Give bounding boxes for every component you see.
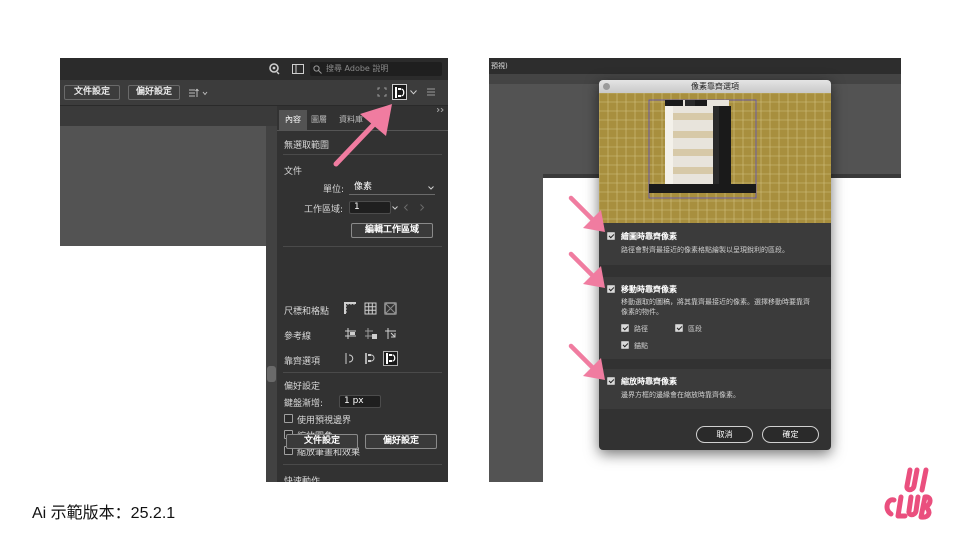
transparency-grid-icon[interactable] [383,301,398,316]
units-value: 像素 [354,182,373,192]
dialog-titlebar: 像素靠齊選項 [599,80,831,93]
artboard-value: 1 [354,202,360,212]
snap-while-moving-label: 移動時靠齊像素 [621,285,677,294]
doc-setup-button[interactable]: 文件設定 [64,85,120,100]
workspace-icon[interactable] [292,64,304,74]
right-screenshot: 預視) 像素靠齊選項 繪圖時靠齊像素 路徑會對齊最接近的像素格點繪製以呈現銳利的… [489,58,901,482]
section-move: 移動時靠齊像素 移動選取的圖稿，將其靠齊最接近的像素。選擇移動時要靠齊 像素的物… [599,277,831,359]
guides-label: 參考線 [284,332,312,342]
show-guides-icon[interactable] [343,326,358,341]
panel-menu-icon[interactable] [427,88,435,96]
segments-label: 區段 [688,325,702,333]
snap-while-scaling-label: 縮放時靠齊像素 [621,377,677,386]
keyboard-increment-value: 1 px [344,396,364,406]
tab-properties[interactable]: 內容 [279,110,307,130]
scrollbar-thumb[interactable] [267,366,276,382]
qa-preferences-button[interactable]: 偏好設定 [365,434,437,449]
snap-to-glyph-icon[interactable] [363,351,378,366]
snap-to-point-icon[interactable] [343,351,358,366]
version-caption: Ai 示範版本：25.2.1 [32,505,176,522]
pointer-arrow-icon [568,251,605,288]
search-icon [313,65,322,74]
keyboard-increment-input[interactable]: 1 px [339,395,381,408]
divider [283,464,442,465]
pixel-grid-preview [599,93,831,223]
dialog-title: 像素靠齊選項 [691,82,739,91]
paths-checkbox[interactable] [621,324,629,332]
app-topbar: 搜尋 Adobe 說明 [60,58,448,80]
units-select[interactable]: 像素 [349,181,435,194]
search-placeholder: 搜尋 Adobe 說明 [326,64,389,73]
snap-while-moving-desc-2: 像素的物件。 [621,308,663,316]
artboard-select[interactable]: 1 [349,201,391,214]
keyboard-increment-label: 鍵盤漸增: [284,399,324,409]
snap-to-pixel-toggle-icon[interactable] [383,351,398,366]
artboard[interactable] [60,246,266,482]
user-sync-icon[interactable] [268,63,280,75]
snap-while-drawing-checkbox[interactable] [607,232,615,240]
help-search-input[interactable]: 搜尋 Adobe 說明 [310,62,442,76]
no-selection-label: 無選取範圍 [284,141,330,151]
section-scale: 縮放時靠齊像素 邊界方框的邊緣會在縮放時靠齊像素。 [599,369,831,409]
close-icon[interactable] [603,83,610,90]
left-screenshot: 搜尋 Adobe 說明 文件設定 偏好設定 內容 圖層 資料庫 無選取範圍 文件… [60,58,448,482]
snap-while-moving-checkbox[interactable] [607,285,615,293]
tab-layers[interactable]: 圖層 [305,110,333,130]
use-preview-bounds-checkbox[interactable] [284,414,293,423]
snap-while-drawing-desc: 路徑會對齊最接近的像素格點繪製以呈現銳利的區段。 [621,246,789,254]
pixel-snapping-dialog: 像素靠齊選項 繪圖時靠齊像素 路徑會對齊最接近的像素格點繪製以呈現銳利的區段。 [599,80,831,450]
snap-while-scaling-checkbox[interactable] [607,377,615,385]
preferences-heading: 偏好設定 [284,382,321,392]
cancel-button[interactable]: 取消 [696,426,753,443]
section-draw: 繪圖時靠齊像素 路徑會對齊最接近的像素格點繪製以呈現銳利的區段。 [599,223,831,265]
rulers-icon[interactable] [343,301,358,316]
anchors-label: 錨點 [634,342,648,350]
units-underline [349,194,435,195]
divider [283,372,442,373]
lock-guides-icon[interactable] [363,326,378,341]
grid-icon[interactable] [363,301,378,316]
smart-guides-icon[interactable] [383,326,398,341]
align-snap-icon [395,87,405,98]
next-artboard-icon[interactable] [419,204,425,211]
snap-while-drawing-label: 繪圖時靠齊像素 [621,232,677,241]
pointer-arrow-icon [568,343,605,380]
artboard-label: 工作區域: [304,205,344,215]
rulers-grids-label: 尺標和格點 [284,307,330,317]
snap-while-scaling-desc: 邊界方框的邊緣會在縮放時靠齊像素。 [621,391,740,399]
use-preview-bounds-label: 使用預視邊界 [297,416,352,426]
chevron-down-icon [428,186,434,190]
quick-actions-heading: 快速動作 [284,477,321,482]
arrange-icon[interactable] [188,88,210,98]
chevron-down-icon[interactable] [410,90,417,95]
segments-checkbox[interactable] [675,324,683,332]
chevron-down-icon[interactable] [392,206,398,210]
pointer-arrow-icon [333,104,392,167]
divider [283,246,442,247]
paths-label: 路徑 [634,325,648,333]
snap-options-label: 靠齊選項 [284,357,321,367]
vertical-scrollbar[interactable] [266,126,277,482]
collapse-panel-icon[interactable] [437,108,445,112]
pointer-arrow-icon [568,195,605,232]
document-heading: 文件 [284,167,303,177]
qa-doc-setup-button[interactable]: 文件設定 [286,434,358,449]
document-tab-strip [60,106,277,126]
units-label: 單位: [323,185,345,195]
snap-while-moving-desc-1: 移動選取的圖稿，將其靠齊最接近的像素。選擇移動時要靠齊 [621,298,810,306]
previous-artboard-icon[interactable] [403,204,409,211]
edit-artboards-button[interactable]: 編輯工作區域 [351,223,433,238]
anchors-checkbox[interactable] [621,341,629,349]
preferences-button[interactable]: 偏好設定 [128,85,180,100]
uiclub-logo-icon [884,467,933,520]
tab-fragment: 預視) [491,62,508,70]
ok-button[interactable]: 確定 [762,426,819,443]
document-tab: 預視) [489,58,901,74]
snap-to-pixel-icon[interactable] [377,87,387,97]
